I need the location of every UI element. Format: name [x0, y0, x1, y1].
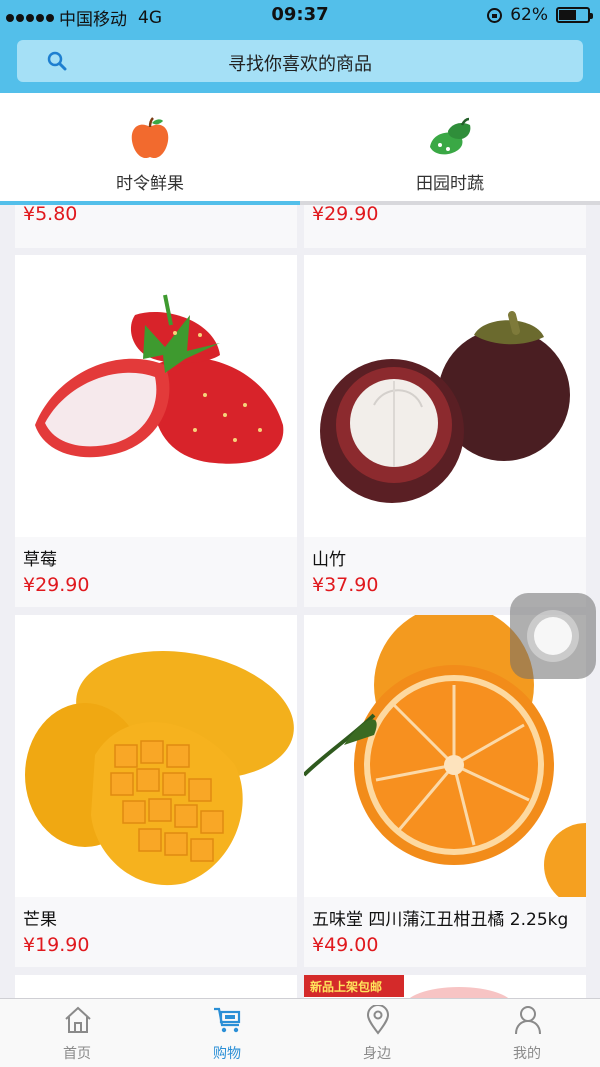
product-grid: ¥5.80 ¥29.90 草莓 ¥29.90 山竹 ¥37.90 芒果 ¥19.… [0, 205, 600, 998]
location-pin-icon [366, 1005, 390, 1035]
battery-percent: 62% [510, 5, 548, 25]
nav-label: 购物 [213, 1046, 241, 1062]
nav-item-nearby[interactable]: 身边 [302, 999, 452, 1067]
tab-seasonal-fruit[interactable]: 时令鲜果 [0, 93, 300, 205]
product-price: ¥37.90 [312, 574, 379, 596]
product-name: 芒果 [23, 910, 57, 930]
product-card[interactable]: 芒果 ¥19.90 [15, 615, 297, 967]
product-image-strawberry [15, 255, 297, 537]
nav-label: 我的 [513, 1046, 541, 1062]
product-price: ¥5.80 [23, 205, 78, 225]
nav-label: 身边 [363, 1046, 391, 1062]
nav-item-home[interactable]: 首页 [2, 999, 152, 1067]
app-header: 中国移动 4G 09:37 62% 寻找你喜欢的商品 [0, 0, 600, 93]
product-name: 五味堂 四川蒲江丑柑丑橘 2.25kg [312, 910, 569, 930]
rotation-lock-icon [487, 7, 503, 23]
nav-item-mine[interactable]: 我的 [452, 999, 600, 1067]
promo-badge: 新品上架包邮 [304, 975, 404, 997]
product-price: ¥29.90 [312, 205, 379, 225]
product-name: 草莓 [23, 550, 57, 570]
tab-farm-vegetables[interactable]: 田园时蔬 [300, 93, 600, 205]
product-image-peach: 新品上架包邮 [304, 975, 586, 998]
search-bar[interactable]: 寻找你喜欢的商品 [17, 40, 583, 82]
bottom-tab-bar: 首页 购物 身边 我的 [0, 998, 600, 1067]
product-price: ¥49.00 [312, 934, 379, 956]
product-image-mango [15, 615, 297, 897]
nav-item-shopping[interactable]: 购物 [152, 999, 302, 1067]
nav-label: 首页 [63, 1046, 91, 1062]
product-card[interactable]: ¥29.90 [304, 205, 586, 248]
product-card[interactable]: 山竹 ¥37.90 [304, 255, 586, 607]
tab-label: 田园时蔬 [416, 174, 484, 194]
product-price: ¥29.90 [23, 574, 90, 596]
product-name: 山竹 [312, 550, 346, 570]
product-card[interactable] [15, 975, 297, 998]
tab-label: 时令鲜果 [116, 174, 184, 194]
search-placeholder: 寻找你喜欢的商品 [228, 54, 372, 75]
vegetable-icon [430, 117, 471, 155]
apple-icon [131, 117, 169, 159]
product-card[interactable]: 新品上架包邮 [304, 975, 586, 998]
product-card[interactable]: 草莓 ¥29.90 [15, 255, 297, 607]
product-image [15, 975, 297, 998]
assistive-touch-button[interactable] [510, 593, 596, 679]
category-tabs: 时令鲜果 田园时蔬 [0, 93, 600, 205]
cart-icon [214, 1007, 241, 1033]
product-card[interactable]: ¥5.80 [15, 205, 297, 248]
home-icon [65, 1006, 91, 1033]
battery-icon [556, 7, 593, 23]
product-image-mangosteen [304, 255, 586, 537]
status-bar: 中国移动 4G 09:37 62% [0, 0, 600, 32]
user-icon [515, 1006, 541, 1035]
product-price: ¥19.90 [23, 934, 90, 956]
